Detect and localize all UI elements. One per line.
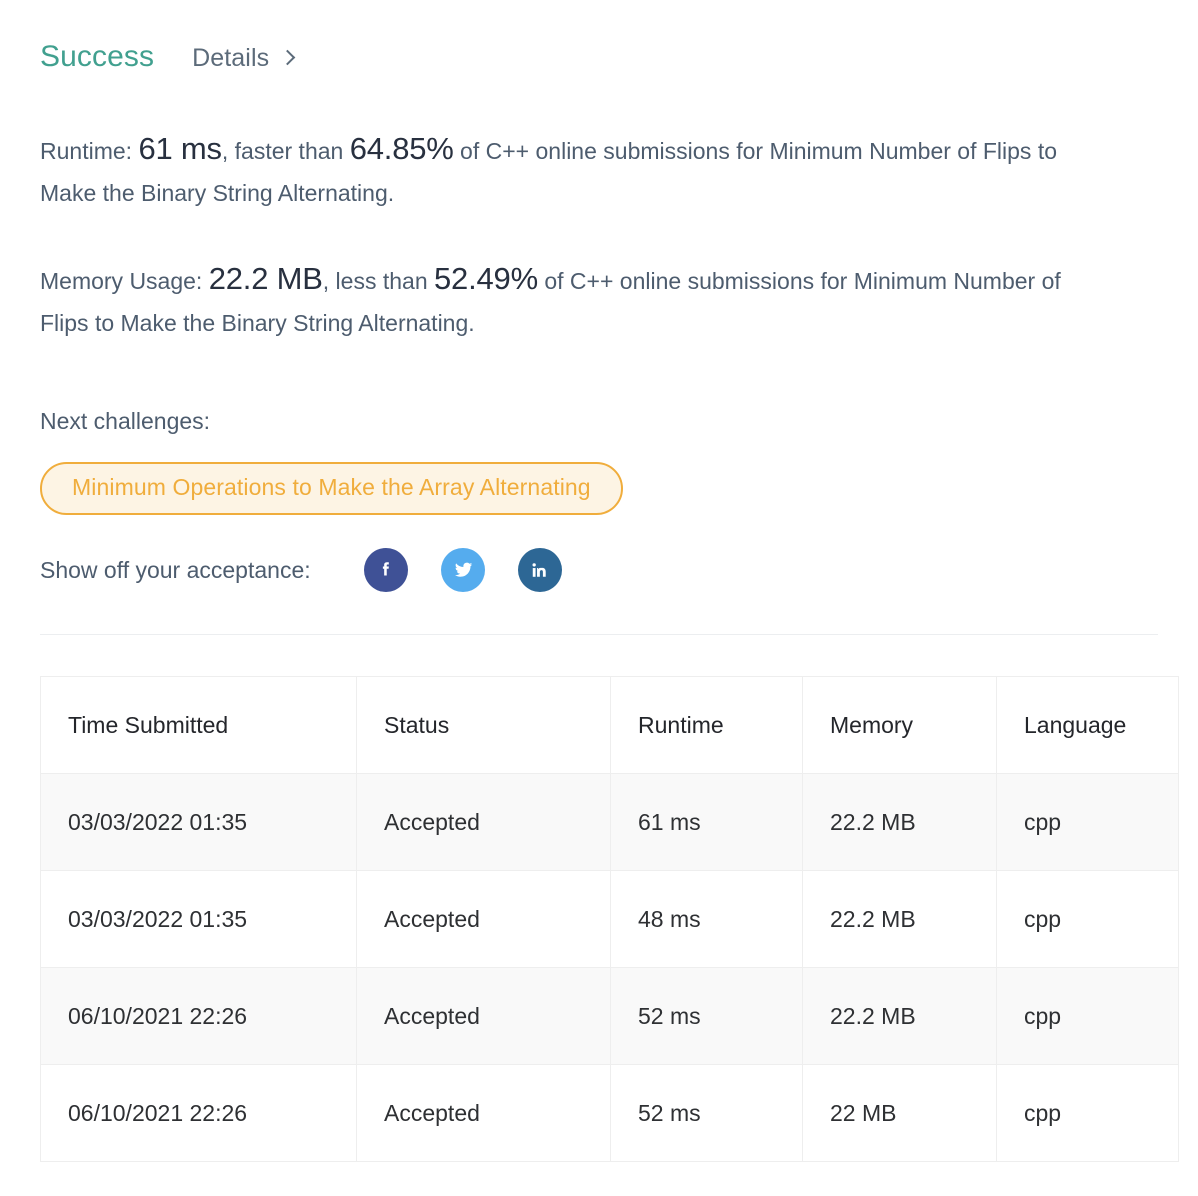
column-header-status: Status (356, 676, 611, 774)
next-challenges-label: Next challenges: (40, 408, 211, 434)
cell-language: cpp (996, 967, 1179, 1065)
memory-label: Memory Usage: (40, 268, 203, 294)
table-row[interactable]: 06/10/2021 22:26 Accepted 52 ms 22 MB cp… (40, 1064, 1179, 1162)
share-linkedin-button[interactable] (517, 548, 562, 592)
table-header: Time Submitted Status Runtime Memory Lan… (40, 676, 1179, 774)
share-label: Show off your acceptance: (40, 556, 311, 583)
share-twitter-button[interactable] (440, 548, 485, 592)
cell-language: cpp (996, 870, 1179, 968)
cell-status[interactable]: Accepted (356, 773, 611, 871)
chevron-right-icon (279, 49, 296, 66)
submission-result-page: Success Details Runtime: 61 ms, faster t… (0, 0, 1198, 1196)
submissions-table-wrapper: Time Submitted Status Runtime Memory Lan… (40, 676, 1179, 1162)
details-link[interactable]: Details (192, 44, 296, 73)
submission-status-title: Success (40, 40, 155, 73)
cell-status[interactable]: Accepted (356, 967, 611, 1065)
runtime-stat-line: Runtime: 61 ms, faster than 64.85% of C+… (40, 128, 1100, 214)
cell-time-submitted: 06/10/2021 22:26 (40, 967, 357, 1065)
facebook-icon (382, 562, 389, 576)
twitter-icon (455, 562, 473, 577)
next-challenge-link[interactable]: Minimum Operations to Make the Array Alt… (40, 462, 623, 515)
column-header-runtime: Runtime (610, 676, 803, 774)
table-row[interactable]: 03/03/2022 01:35 Accepted 48 ms 22.2 MB … (40, 870, 1179, 968)
performance-stats: Runtime: 61 ms, faster than 64.85% of C+… (40, 128, 1158, 344)
cell-runtime: 61 ms (610, 773, 803, 871)
table-row[interactable]: 03/03/2022 01:35 Accepted 61 ms 22.2 MB … (40, 773, 1179, 871)
next-challenges-list: Minimum Operations to Make the Array Alt… (40, 462, 1158, 515)
table-body: 03/03/2022 01:35 Accepted 61 ms 22.2 MB … (40, 773, 1179, 1162)
cell-runtime: 48 ms (610, 870, 803, 968)
share-facebook-button[interactable] (363, 548, 408, 592)
column-header-language: Language (996, 676, 1179, 774)
column-header-memory: Memory (802, 676, 997, 774)
share-row: Show off your acceptance: (40, 546, 1158, 594)
cell-runtime: 52 ms (610, 967, 803, 1065)
cell-language: cpp (996, 1064, 1179, 1162)
social-buttons (363, 548, 562, 592)
memory-value: 22.2 MB (208, 261, 323, 296)
cell-language: cpp (996, 773, 1179, 871)
linkedin-icon (532, 562, 546, 577)
table-row[interactable]: 06/10/2021 22:26 Accepted 52 ms 22.2 MB … (40, 967, 1179, 1065)
cell-status[interactable]: Accepted (356, 870, 611, 968)
runtime-comparator: , faster than (221, 138, 350, 164)
submissions-table: Time Submitted Status Runtime Memory Lan… (40, 676, 1179, 1162)
cell-time-submitted: 03/03/2022 01:35 (40, 870, 357, 968)
cell-memory: 22.2 MB (802, 870, 997, 968)
memory-stat-line: Memory Usage: 22.2 MB, less than 52.49% … (40, 258, 1100, 344)
memory-comparator: , less than (322, 268, 435, 294)
cell-status[interactable]: Accepted (356, 1064, 611, 1162)
table-header-row: Time Submitted Status Runtime Memory Lan… (40, 676, 1179, 774)
status-header: Success Details (40, 0, 1158, 84)
cell-runtime: 52 ms (610, 1064, 803, 1162)
column-header-time-submitted: Time Submitted (40, 676, 357, 774)
cell-memory: 22.2 MB (802, 773, 997, 871)
memory-percentile: 52.49% (434, 261, 538, 296)
cell-time-submitted: 06/10/2021 22:26 (40, 1064, 357, 1162)
runtime-label: Runtime: (40, 138, 133, 164)
runtime-value: 61 ms (138, 131, 222, 166)
section-divider (40, 634, 1158, 635)
cell-time-submitted: 03/03/2022 01:35 (40, 773, 357, 871)
cell-memory: 22 MB (802, 1064, 997, 1162)
cell-memory: 22.2 MB (802, 967, 997, 1065)
runtime-percentile: 64.85% (349, 131, 454, 166)
details-link-label: Details (192, 44, 270, 72)
